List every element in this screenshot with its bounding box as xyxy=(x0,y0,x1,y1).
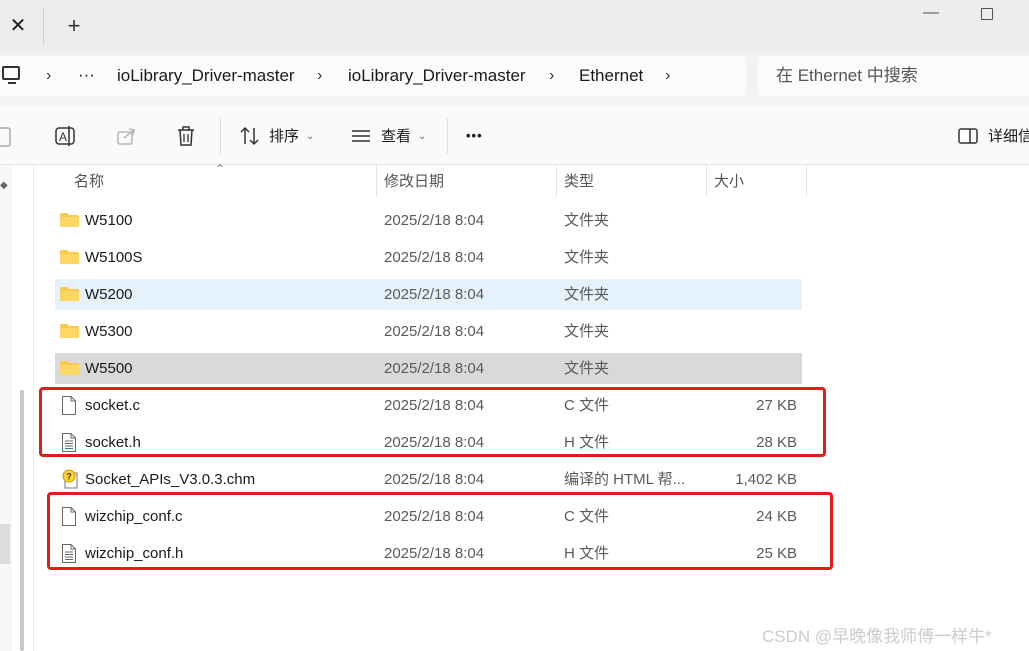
chevron-down-icon: ⌄ xyxy=(418,131,427,142)
svg-text:?: ? xyxy=(66,472,72,482)
file-type: 文件夹 xyxy=(564,249,610,266)
breadcrumb-item-current[interactable]: Ethernet xyxy=(579,65,643,87)
file-date: 2025/2/18 8:04 xyxy=(384,471,485,488)
tab-divider xyxy=(43,8,44,44)
file-date: 2025/2/18 8:04 xyxy=(384,212,485,229)
file-name: Socket_APIs_V3.0.3.chm xyxy=(85,471,256,488)
rename-icon[interactable]: A xyxy=(54,124,78,148)
folder-icon xyxy=(60,324,79,338)
file-type: 编译的 HTML 帮... xyxy=(564,471,686,488)
column-header-date[interactable]: 修改日期 xyxy=(384,172,444,194)
breadcrumb-chevron-icon[interactable]: › xyxy=(549,66,554,86)
breadcrumb-overflow-button[interactable]: ··· xyxy=(78,64,95,86)
breadcrumb-item[interactable]: ioLibrary_Driver-master xyxy=(117,65,295,87)
watermark: CSDN @早晚像我师傅一样牛* xyxy=(762,627,992,646)
command-bar xyxy=(0,106,1029,165)
breadcrumb-item[interactable]: ioLibrary_Driver-master xyxy=(348,65,526,87)
column-header-size[interactable]: 大小 xyxy=(714,172,744,194)
breadcrumb-chevron-icon[interactable]: › xyxy=(665,66,670,86)
file-date: 2025/2/18 8:04 xyxy=(384,323,485,340)
help-file-icon: ? xyxy=(62,469,78,489)
view-button[interactable]: 查看 xyxy=(381,127,411,147)
navigation-pane[interactable] xyxy=(0,165,12,651)
folder-icon xyxy=(60,287,79,301)
details-pane-button[interactable]: 详细信 xyxy=(988,127,1029,147)
search-placeholder: 在 Ethernet 中搜索 xyxy=(776,66,918,85)
column-header-name[interactable]: 名称 xyxy=(74,172,104,194)
file-date: 2025/2/18 8:04 xyxy=(384,249,485,266)
delete-icon[interactable] xyxy=(175,124,197,148)
column-header-type[interactable]: 类型 xyxy=(564,172,594,194)
file-type: 文件夹 xyxy=(564,212,610,229)
sort-icon[interactable] xyxy=(238,124,262,148)
file-type: 文件夹 xyxy=(564,286,610,303)
breadcrumb-chevron-icon[interactable]: › xyxy=(46,66,51,86)
breadcrumb-chevron-icon[interactable]: › xyxy=(317,66,322,86)
nav-selected-item[interactable] xyxy=(0,524,10,564)
chevron-down-icon: ⌄ xyxy=(306,131,315,142)
more-options-button[interactable]: ••• xyxy=(466,126,483,146)
file-size: 1,402 KB xyxy=(735,471,797,488)
file-type: 文件夹 xyxy=(564,323,610,340)
toolbar-divider xyxy=(447,118,448,154)
nav-scrollbar[interactable] xyxy=(20,390,24,651)
folder-icon xyxy=(60,250,79,264)
file-name: W5500 xyxy=(85,360,133,377)
folder-icon xyxy=(60,213,79,227)
sort-button[interactable]: 排序 xyxy=(269,127,299,147)
new-tab-button[interactable]: + xyxy=(60,12,88,40)
maximize-icon[interactable] xyxy=(981,8,993,20)
view-icon[interactable] xyxy=(350,124,372,148)
file-name: W5100 xyxy=(85,212,133,229)
this-pc-icon[interactable] xyxy=(2,66,20,84)
file-name: W5200 xyxy=(85,286,133,303)
folder-icon xyxy=(60,361,79,375)
details-pane-icon[interactable] xyxy=(957,126,979,146)
file-type: 文件夹 xyxy=(564,360,610,377)
file-name: W5300 xyxy=(85,323,133,340)
highlight-box-socket xyxy=(39,387,826,457)
close-tab-icon[interactable]: ✕ xyxy=(4,12,32,40)
column-divider[interactable] xyxy=(806,165,807,197)
file-date: 2025/2/18 8:04 xyxy=(384,286,485,303)
title-bar xyxy=(0,0,1029,52)
sort-indicator-icon: ⌃ xyxy=(215,162,226,176)
file-date: 2025/2/18 8:04 xyxy=(384,360,485,377)
toolbar-divider xyxy=(220,118,221,154)
paste-icon[interactable] xyxy=(0,124,14,148)
share-icon[interactable] xyxy=(115,124,139,148)
minimize-icon[interactable]: — xyxy=(919,0,943,28)
column-divider[interactable] xyxy=(556,165,557,197)
pin-icon: ◆ xyxy=(0,180,8,191)
svg-text:A: A xyxy=(59,130,67,144)
column-divider[interactable] xyxy=(706,165,707,197)
column-divider[interactable] xyxy=(376,165,377,197)
highlight-box-wizchip xyxy=(47,492,833,570)
file-name: W5100S xyxy=(85,249,143,266)
